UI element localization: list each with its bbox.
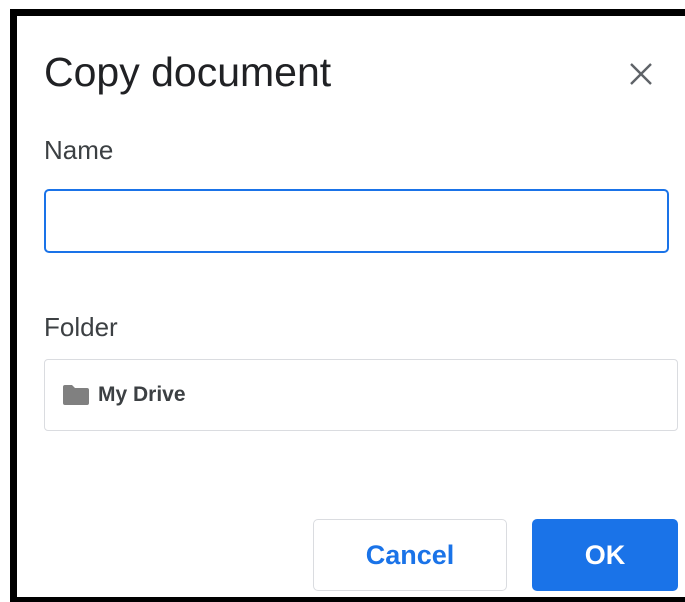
close-icon — [630, 63, 652, 85]
ok-button[interactable]: OK — [532, 519, 678, 591]
frame-left-border — [10, 9, 17, 602]
name-label: Name — [44, 135, 114, 165]
name-input[interactable] — [44, 189, 669, 253]
dialog-title: Copy document — [44, 49, 332, 95]
close-button[interactable] — [621, 54, 661, 94]
folder-picker[interactable]: My Drive — [44, 359, 678, 431]
frame-top-border — [10, 9, 685, 16]
copy-document-dialog: Copy document Name Folder My Drive Cance… — [17, 16, 685, 597]
folder-name: My Drive — [98, 383, 186, 406]
folder-icon — [62, 384, 90, 406]
frame-bottom-border — [10, 597, 685, 602]
cancel-button[interactable]: Cancel — [313, 519, 507, 591]
folder-label: Folder — [44, 312, 118, 342]
